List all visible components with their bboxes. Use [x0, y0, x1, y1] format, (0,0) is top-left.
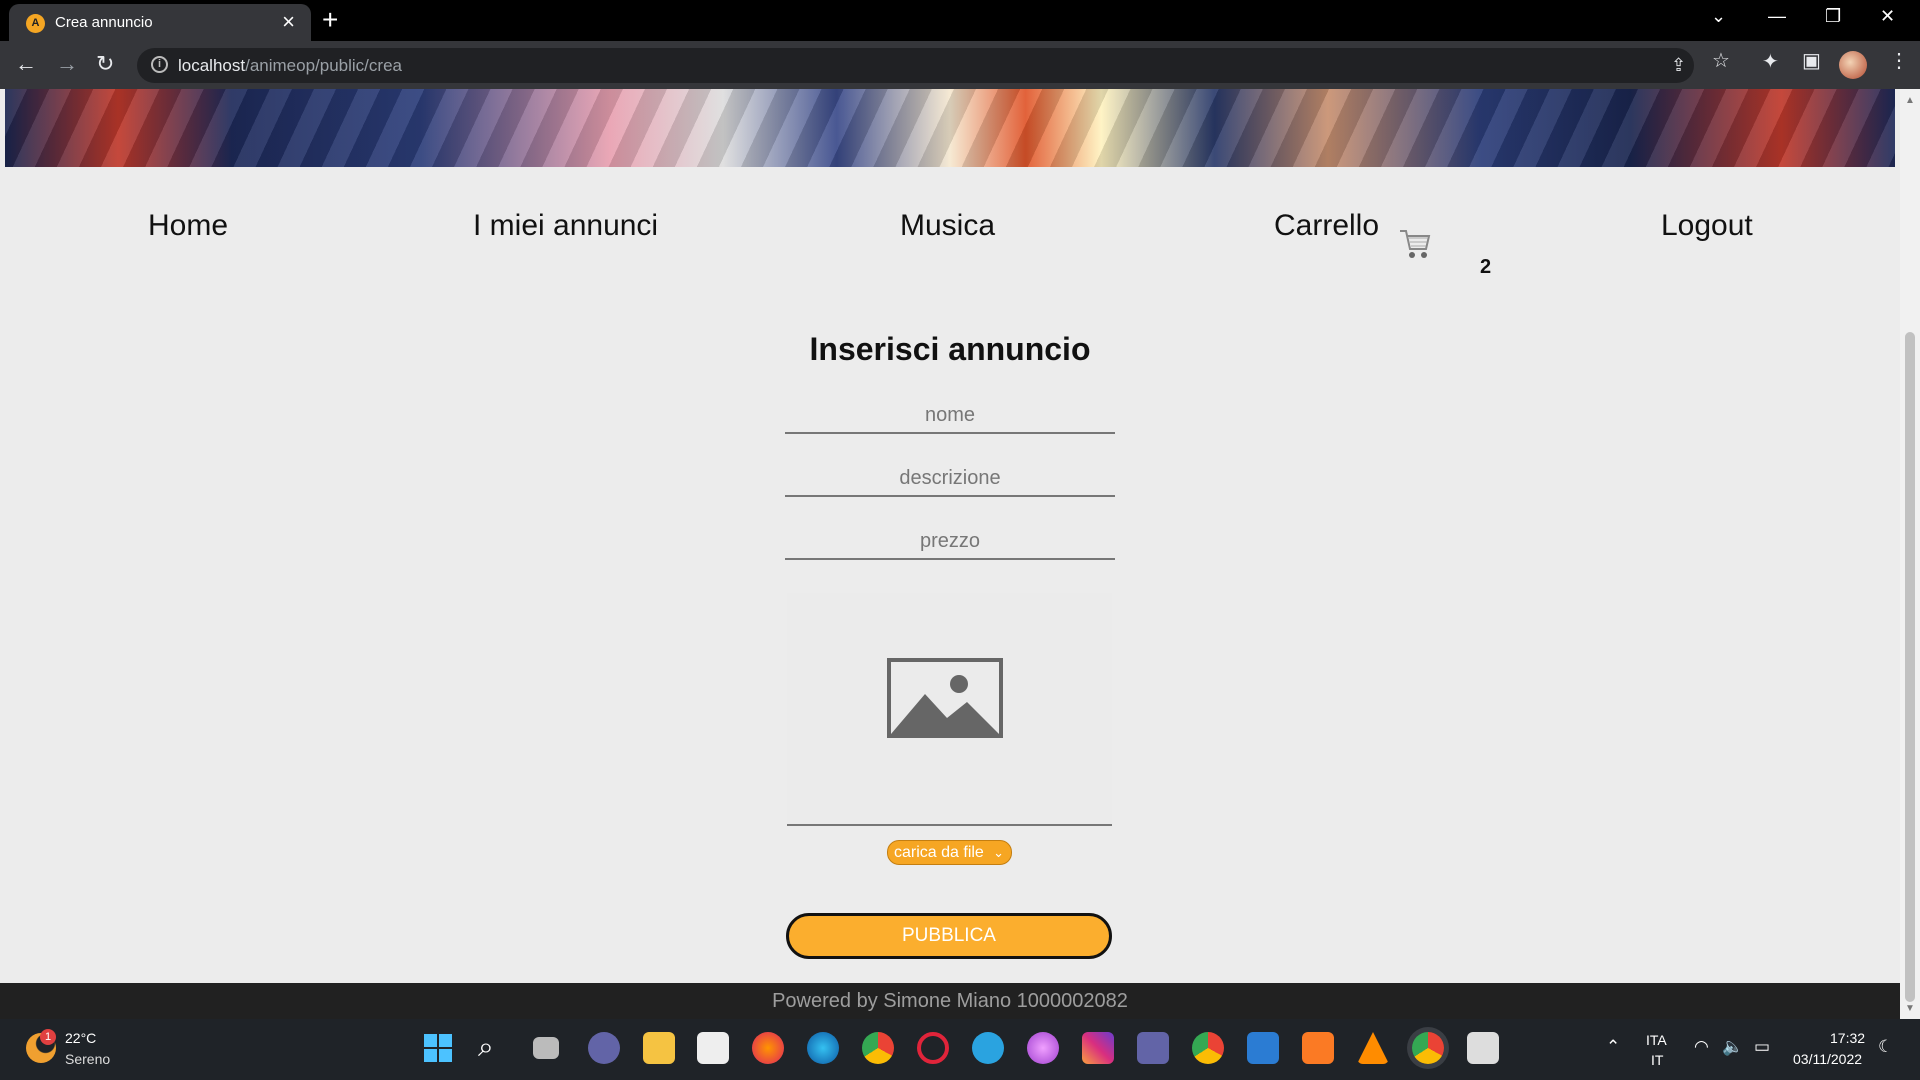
opera-icon[interactable]: [917, 1032, 949, 1064]
url-path: /animeop/public/crea: [245, 56, 402, 75]
page-viewport: Home I miei annunci Musica Carrello Logo…: [0, 89, 1900, 1019]
profile-avatar[interactable]: [1839, 51, 1867, 79]
address-bar[interactable]: i localhost/animeop/public/crea ⇪: [137, 48, 1694, 83]
vlc-icon[interactable]: [1357, 1032, 1389, 1064]
price-field[interactable]: [785, 524, 1115, 560]
publish-button[interactable]: PUBBLICA: [786, 913, 1112, 959]
forward-icon[interactable]: →: [56, 51, 78, 77]
site-info-icon[interactable]: i: [151, 56, 168, 73]
clock-date[interactable]: 03/11/2022: [1793, 1051, 1862, 1067]
browser-tab[interactable]: A Crea annuncio ×: [9, 4, 311, 41]
minimize-icon[interactable]: —: [1768, 6, 1786, 27]
vscode-icon[interactable]: [1247, 1032, 1279, 1064]
image-preview[interactable]: [787, 593, 1112, 826]
file-explorer-icon[interactable]: [643, 1032, 675, 1064]
nav-my-ads[interactable]: I miei annunci: [473, 209, 658, 243]
browser-titlebar: A Crea annuncio × + ⌄ — ❐ ✕: [0, 0, 1920, 41]
telegram-icon[interactable]: [972, 1032, 1004, 1064]
scrollbar-thumb[interactable]: [1905, 332, 1915, 1002]
store-icon[interactable]: [697, 1032, 729, 1064]
tab-close-icon[interactable]: ×: [282, 10, 295, 34]
os-taskbar: 1 22°C Sereno ⌕ ⌃ ITA IT ◠ 🔈 ▭ 17:32 03/…: [0, 1019, 1920, 1080]
new-tab-icon[interactable]: +: [322, 5, 338, 35]
teams-chat-icon[interactable]: [588, 1032, 620, 1064]
clock-time[interactable]: 17:32: [1830, 1030, 1865, 1046]
upload-source-select[interactable]: carica da file ⌄: [887, 840, 1012, 865]
input-keyboard[interactable]: IT: [1651, 1052, 1663, 1068]
page-scrollbar[interactable]: ▲ ▼: [1900, 89, 1920, 1019]
tray-overflow-icon[interactable]: ⌃: [1606, 1037, 1620, 1057]
back-icon[interactable]: ←: [15, 51, 37, 77]
scroll-up-icon[interactable]: ▲: [1905, 95, 1915, 106]
volume-icon[interactable]: 🔈: [1722, 1037, 1743, 1057]
scroll-down-icon[interactable]: ▼: [1905, 1003, 1915, 1014]
reload-icon[interactable]: ↻: [96, 51, 114, 77]
chrome-icon[interactable]: [862, 1032, 894, 1064]
nav-music[interactable]: Musica: [900, 209, 995, 243]
menu-icon[interactable]: ⋮: [1889, 50, 1909, 72]
weather-description[interactable]: Sereno: [65, 1051, 110, 1067]
focus-assist-icon[interactable]: ☾: [1878, 1037, 1893, 1057]
weather-temperature[interactable]: 22°C: [65, 1030, 96, 1046]
chrome-profile-icon[interactable]: [1192, 1032, 1224, 1064]
cart-count-badge: 2: [1480, 256, 1492, 278]
name-field[interactable]: [785, 398, 1115, 434]
side-panel-icon[interactable]: ▣: [1802, 50, 1821, 72]
search-icon[interactable]: ⌕: [478, 1032, 510, 1064]
nav-logout[interactable]: Logout: [1661, 209, 1753, 243]
task-view-icon[interactable]: [533, 1037, 559, 1059]
snipping-tool-icon[interactable]: [1467, 1032, 1499, 1064]
share-icon[interactable]: ⇪: [1671, 54, 1686, 76]
cart-icon[interactable]: [1398, 225, 1432, 261]
tab-search-icon[interactable]: ⌄: [1711, 6, 1726, 27]
input-language[interactable]: ITA: [1646, 1032, 1667, 1048]
windows-start-icon[interactable]: [422, 1032, 454, 1064]
xampp-icon[interactable]: [1302, 1032, 1334, 1064]
upload-source-label: carica da file: [894, 844, 984, 861]
tab-title: Crea annuncio: [55, 14, 153, 31]
description-field[interactable]: [785, 461, 1115, 497]
instagram-icon[interactable]: [1082, 1032, 1114, 1064]
messenger-icon[interactable]: [1027, 1032, 1059, 1064]
wifi-icon[interactable]: ◠: [1694, 1037, 1709, 1057]
browser-toolbar: ← → ↻ i localhost/animeop/public/crea ⇪ …: [0, 41, 1920, 89]
tab-favicon-icon: A: [26, 14, 45, 33]
restore-icon[interactable]: ❐: [1825, 6, 1841, 27]
main-nav: Home I miei annunci Musica Carrello Logo…: [0, 209, 1900, 269]
nav-home[interactable]: Home: [148, 209, 228, 243]
url-text: localhost/animeop/public/crea: [178, 56, 402, 76]
battery-icon[interactable]: ▭: [1754, 1037, 1770, 1057]
firefox-icon[interactable]: [752, 1032, 784, 1064]
page-footer: Powered by Simone Miano 1000002082: [0, 983, 1900, 1019]
image-placeholder-icon: [887, 658, 1003, 738]
nav-cart[interactable]: Carrello: [1274, 209, 1379, 243]
chrome-active-icon[interactable]: [1412, 1032, 1444, 1064]
page-title: Inserisci annuncio: [809, 331, 1091, 367]
teams-icon[interactable]: [1137, 1032, 1169, 1064]
edge-icon[interactable]: [807, 1032, 839, 1064]
bookmark-star-icon[interactable]: ☆: [1712, 50, 1730, 72]
close-window-icon[interactable]: ✕: [1880, 6, 1895, 27]
weather-badge: 1: [40, 1029, 56, 1045]
extensions-icon[interactable]: ✦: [1762, 51, 1779, 73]
header-banner-image: [5, 89, 1895, 167]
url-host: localhost: [178, 56, 246, 75]
chevron-down-icon: ⌄: [993, 845, 1004, 860]
